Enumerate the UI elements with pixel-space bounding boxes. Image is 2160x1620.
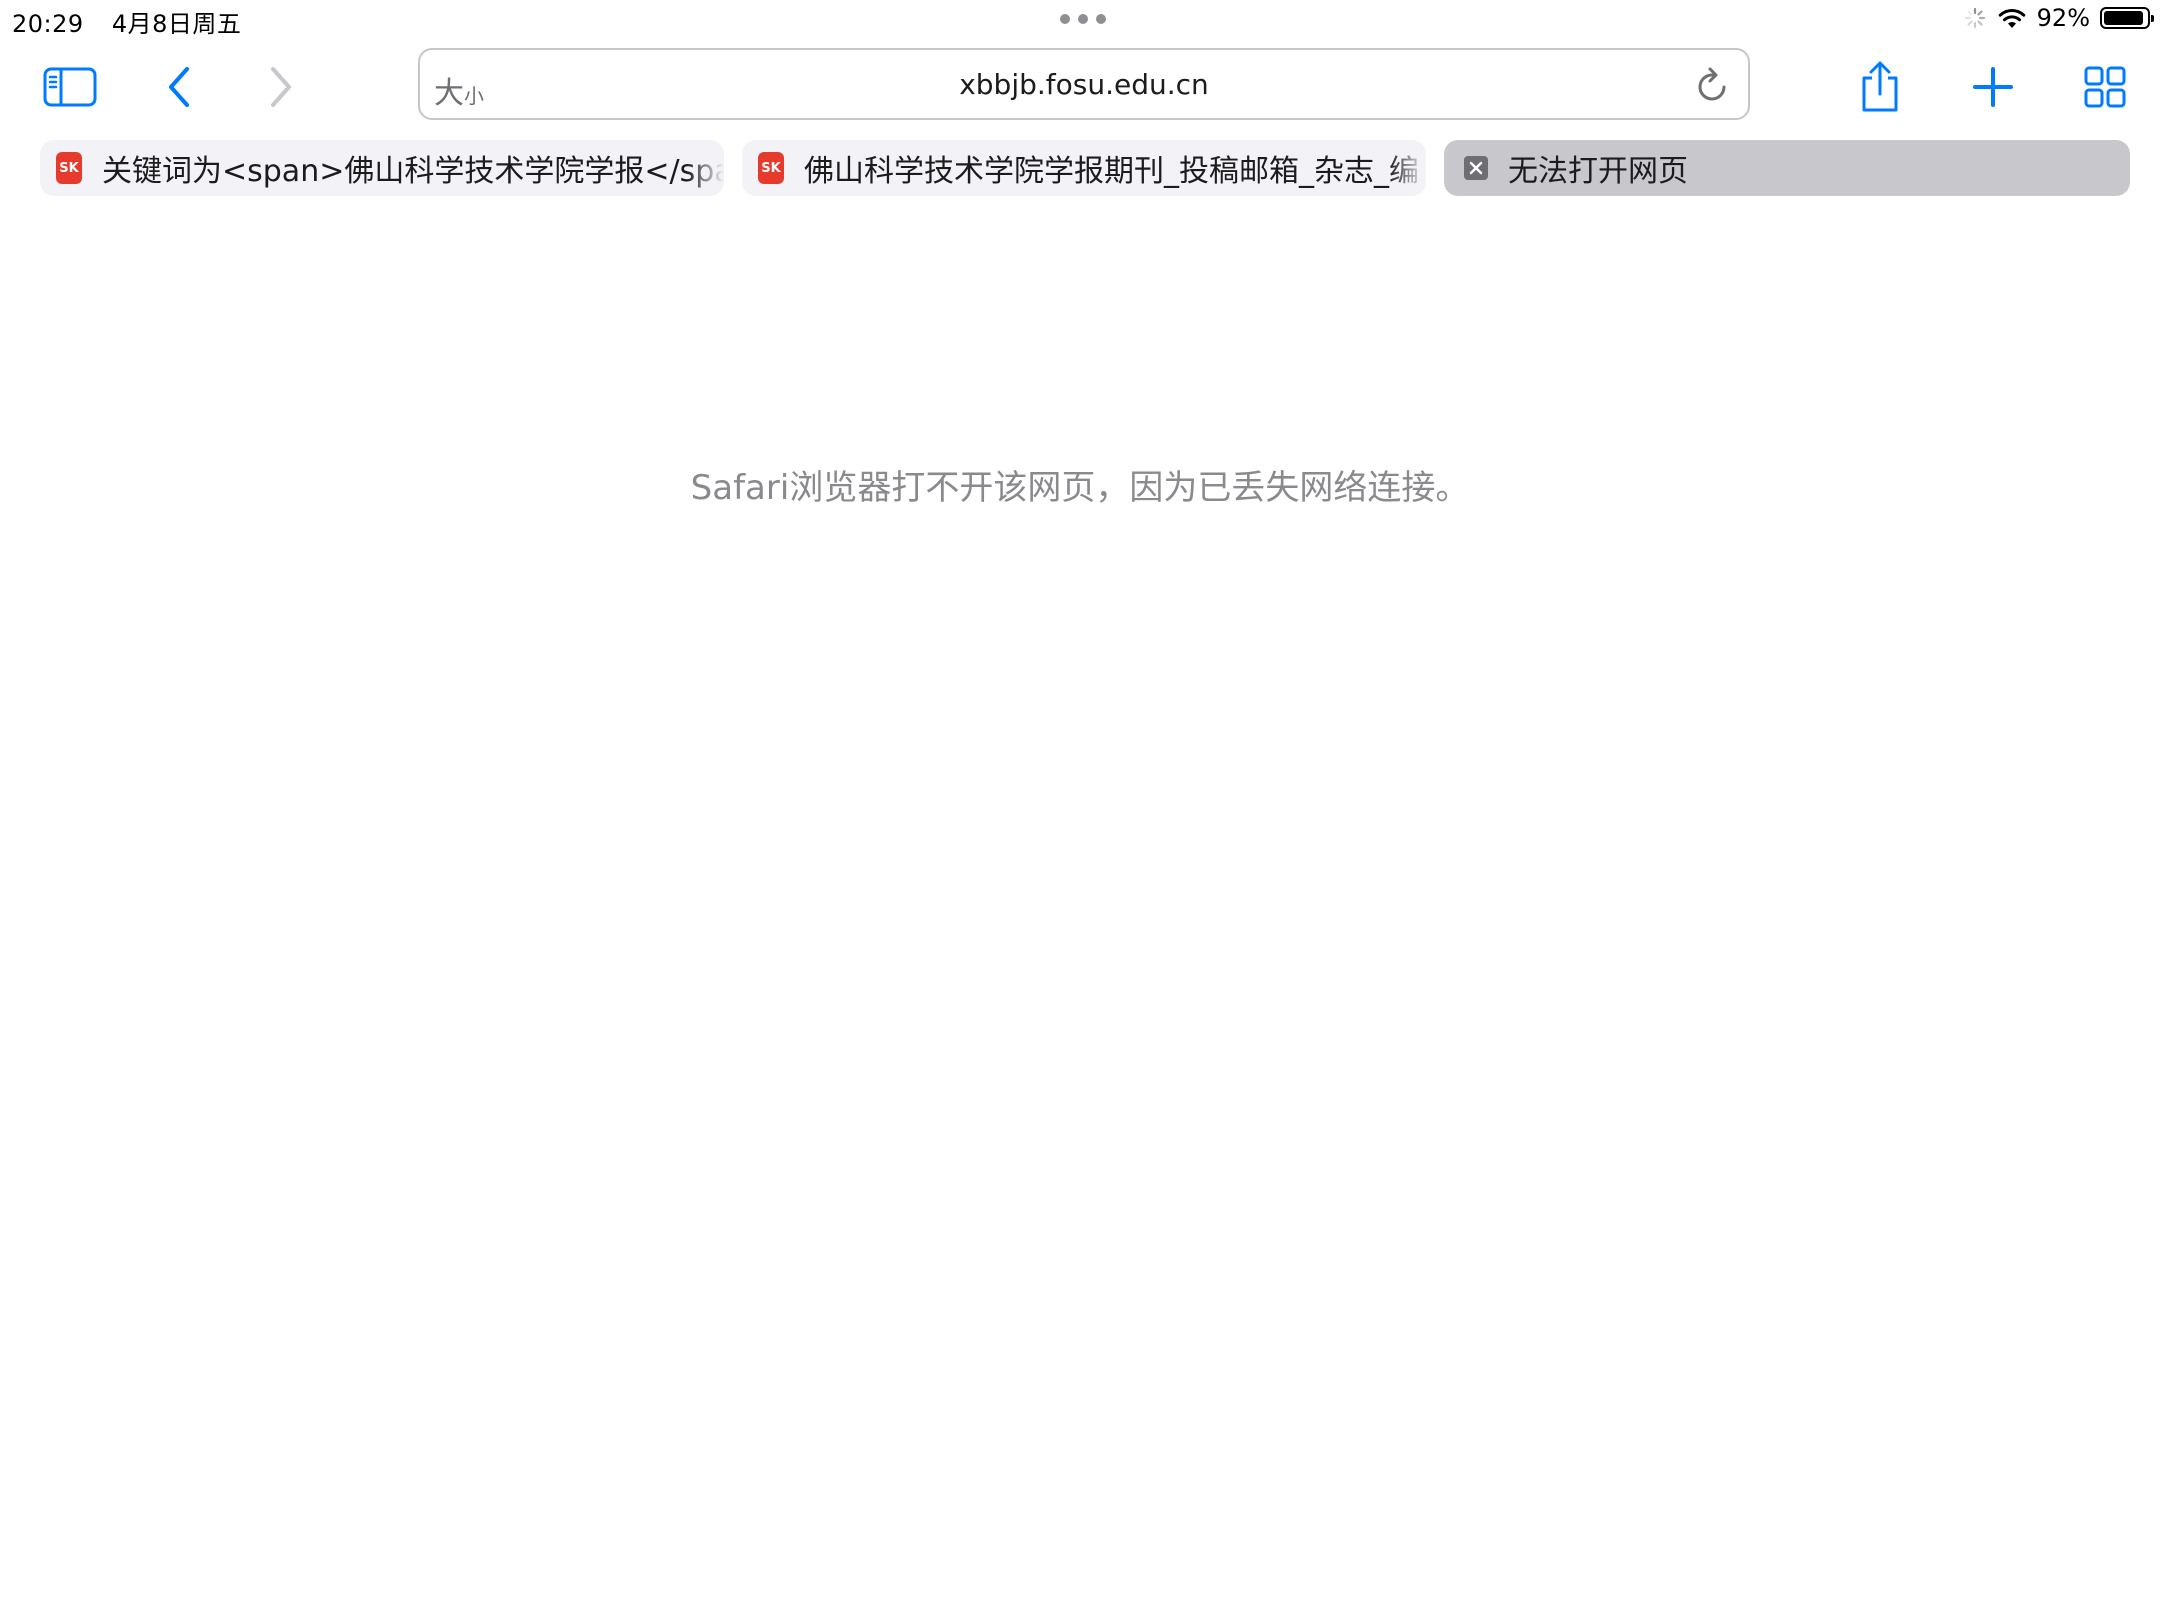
grid-icon xyxy=(2084,66,2126,108)
safari-window: 20:29 4月8日周五 92% 大小 xbbjb.fosu.edu.cn SK… xyxy=(0,0,2160,1620)
toolbar: 大小 xbbjb.fosu.edu.cn xyxy=(0,40,2160,134)
chevron-left-icon xyxy=(169,67,189,107)
status-left: 20:29 4月8日周五 xyxy=(12,4,261,39)
status-date: 4月8日周五 xyxy=(111,10,242,38)
site-favicon-icon: SK xyxy=(758,152,784,184)
tab-title: 关键词为<span>佛山科学技术学院学报</span> xyxy=(102,154,724,189)
tab-journal-info[interactable]: SK 佛山科学技术学院学报期刊_投稿邮箱_杂志_编 xyxy=(742,140,1426,196)
reload-icon xyxy=(1698,67,1726,101)
battery-percent: 92% xyxy=(2036,4,2090,32)
forward-button[interactable] xyxy=(240,40,320,134)
reload-button[interactable] xyxy=(1694,65,1732,109)
dot xyxy=(1060,14,1070,24)
activity-spinner-icon xyxy=(1964,7,1985,29)
battery-tip xyxy=(2151,15,2154,22)
chevron-right-icon xyxy=(271,67,291,107)
status-bar: 20:29 4月8日周五 92% xyxy=(0,0,2160,40)
tab-cannot-open-page[interactable]: 无法打开网页 xyxy=(1444,140,2130,196)
tab-overview-button[interactable] xyxy=(2065,40,2145,134)
error-message: Safari浏览器打不开该网页，因为已丢失网络连接。 xyxy=(690,468,1470,508)
tab-close-button[interactable] xyxy=(1464,156,1488,180)
address-bar[interactable]: 大小 xbbjb.fosu.edu.cn xyxy=(418,48,1750,120)
multitasking-dots[interactable] xyxy=(1060,14,1106,24)
tab-title: 佛山科学技术学院学报期刊_投稿邮箱_杂志_编 xyxy=(804,154,1419,189)
dot xyxy=(1078,14,1088,24)
plus-icon xyxy=(1973,67,2013,107)
tab-bar: SK 关键词为<span>佛山科学技术学院学报</span> SK 佛山科学技术… xyxy=(0,140,2160,198)
tab-keyword-search[interactable]: SK 关键词为<span>佛山科学技术学院学报</span> xyxy=(40,140,724,196)
sidebar-button[interactable] xyxy=(30,40,110,134)
new-tab-button[interactable] xyxy=(1953,40,2033,134)
status-right: 92% xyxy=(1963,4,2154,32)
site-favicon-icon: SK xyxy=(56,152,82,184)
sidebar-icon xyxy=(43,67,97,107)
battery-icon xyxy=(2100,7,2154,29)
wifi-icon xyxy=(1998,8,2025,28)
url-text: xbbjb.fosu.edu.cn xyxy=(959,68,1209,101)
back-button[interactable] xyxy=(140,40,220,134)
close-icon xyxy=(1469,161,1483,175)
share-icon xyxy=(1862,61,1898,112)
share-button[interactable] xyxy=(1840,40,1920,134)
battery-fill xyxy=(2104,11,2143,25)
dot xyxy=(1096,14,1106,24)
status-time: 20:29 xyxy=(12,10,84,38)
tab-title: 无法打开网页 xyxy=(1508,154,1688,189)
